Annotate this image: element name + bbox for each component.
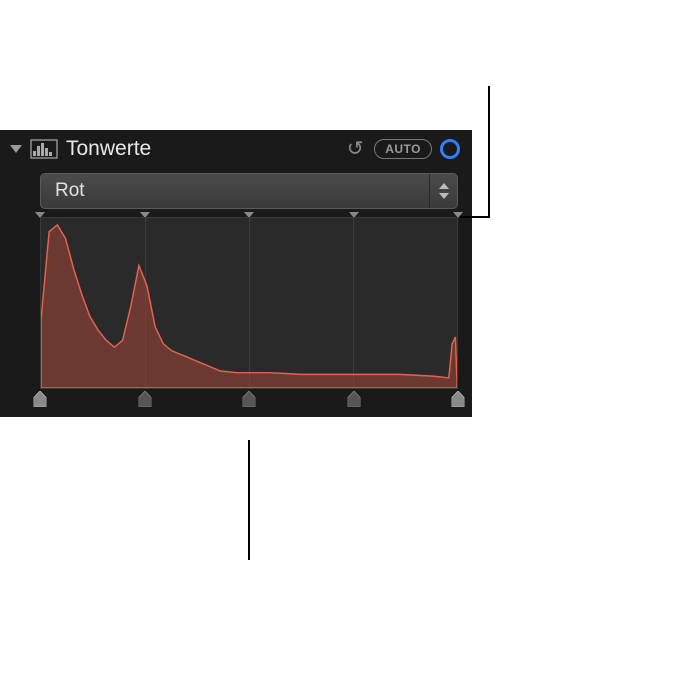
levels-panel: Tonwerte ↺ AUTO Rot bbox=[0, 130, 472, 417]
callout-line bbox=[488, 86, 490, 218]
panel-header: Tonwerte ↺ AUTO bbox=[0, 130, 472, 167]
channel-dropdown-label: Rot bbox=[41, 180, 429, 202]
disclosure-triangle-icon[interactable] bbox=[10, 145, 22, 153]
levels-handle[interactable] bbox=[452, 391, 465, 407]
levels-handle[interactable] bbox=[34, 391, 47, 407]
levels-handle[interactable] bbox=[138, 391, 151, 407]
channel-dropdown[interactable]: Rot bbox=[40, 173, 458, 209]
histogram bbox=[40, 217, 458, 389]
panel-title: Tonwerte bbox=[66, 137, 336, 161]
callout-line bbox=[460, 216, 490, 218]
histogram-curve bbox=[41, 218, 457, 388]
stepper-icon bbox=[429, 174, 457, 208]
levels-icon bbox=[30, 139, 58, 159]
undo-icon[interactable]: ↺ bbox=[344, 136, 366, 161]
handle-row bbox=[40, 391, 458, 409]
auto-button[interactable]: AUTO bbox=[374, 139, 432, 159]
chevron-down-icon bbox=[439, 193, 449, 199]
callout-line bbox=[248, 440, 250, 560]
levels-handle[interactable] bbox=[243, 391, 256, 407]
chevron-up-icon bbox=[439, 183, 449, 189]
histogram-container bbox=[40, 217, 458, 409]
enable-toggle-icon[interactable] bbox=[440, 139, 460, 159]
levels-handle[interactable] bbox=[347, 391, 360, 407]
